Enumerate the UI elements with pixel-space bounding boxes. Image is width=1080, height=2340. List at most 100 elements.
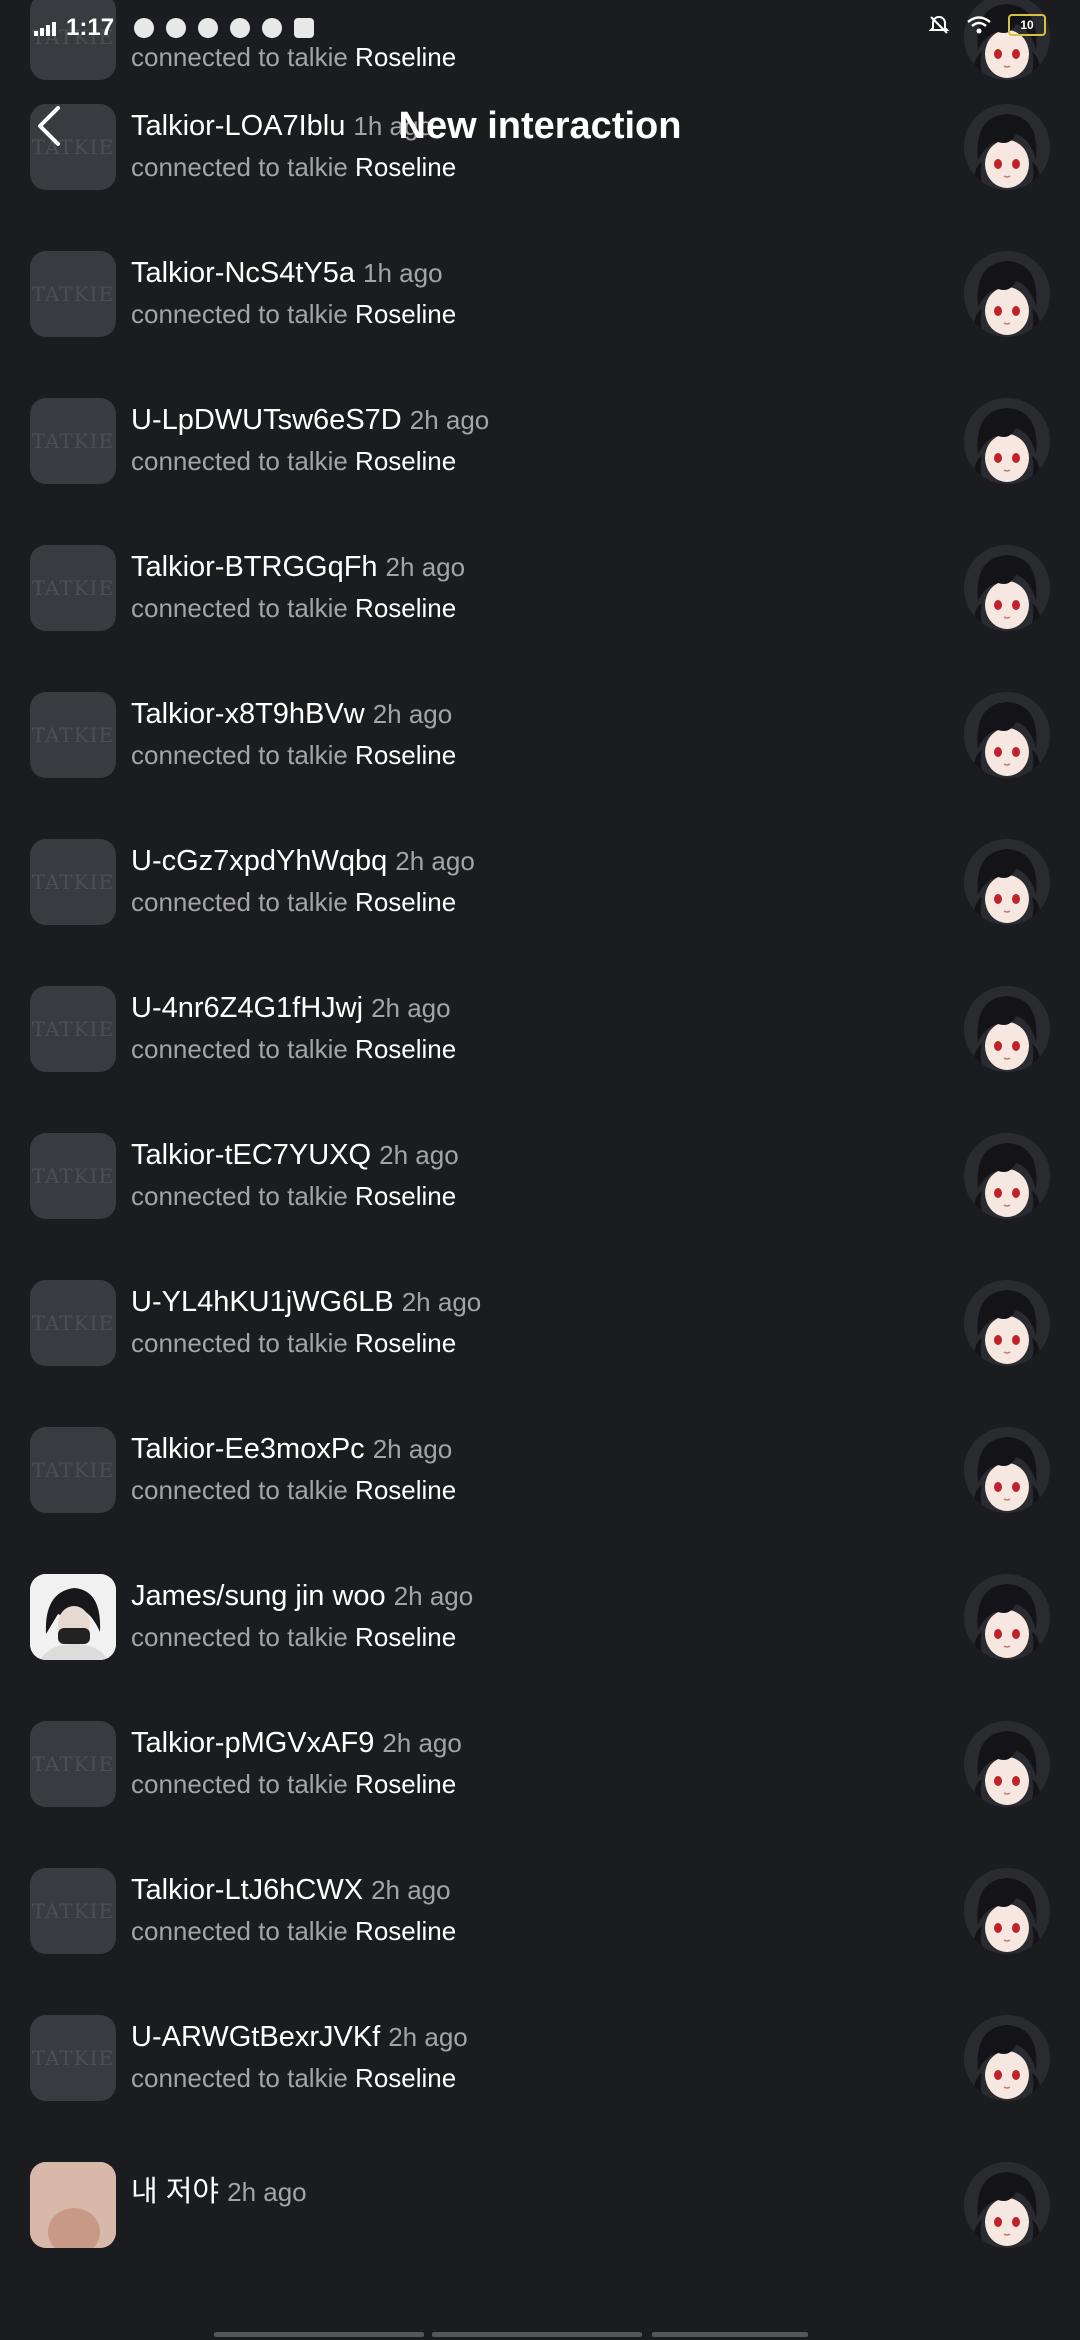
list-item[interactable]: TATKIE Talkior-pMGVxAF9 2h ago connected to… [0,1677,1080,1824]
character-name[interactable]: Roseline [355,446,456,476]
character-name[interactable]: Roseline [355,2063,456,2093]
talkie-watermark: TATKIE [31,429,115,453]
chrome-icon [230,18,251,38]
bell-off-icon [928,15,950,34]
list-item[interactable]: TATKIE Talkior-Ee3moxPc 2h ago connected to… [0,1383,1080,1530]
character-avatar[interactable] [964,545,1050,631]
character-avatar[interactable] [964,986,1050,1072]
character-avatar[interactable] [964,1574,1050,1660]
user-name: Talkior-BTRGGqFh 2h ago [131,551,465,584]
list-item[interactable]: TATKIE Talkior-x8T9hBVw 2h ago connected to… [0,648,1080,795]
timestamp: 2h ago [382,1728,462,1758]
user-name-text: Talkior-pMGVxAF9 [131,1727,375,1759]
connection-text: connected to talkie Roseline [131,299,456,330]
character-avatar[interactable] [964,1280,1050,1366]
wifi-icon [967,16,991,34]
character-name[interactable]: Roseline [355,1769,456,1799]
app-notification-icon [134,18,155,38]
timestamp: 2h ago [401,1287,482,1317]
connection-text: connected to talkie Roseline [131,1034,456,1065]
user-avatar: TATKIE [30,1721,116,1807]
character-name[interactable]: Roseline [355,1181,456,1211]
character-name[interactable]: Roseline [355,887,456,917]
connection-text: connected to talkie Roseline [131,887,456,918]
user-name-text: James/sung jin woo [131,1580,386,1612]
user-name: U-ARWGtBexrJVKf 2h ago [131,2021,468,2054]
character-name[interactable]: Roseline [355,1622,456,1652]
character-avatar[interactable] [964,1133,1050,1219]
connection-prefix: connected to talkie [131,1475,348,1505]
list-item[interactable]: TATKIE U-ARWGtBexrJVKf 2h ago connected to … [0,1971,1080,2118]
connection-text: connected to talkie Roseline [131,593,456,624]
user-avatar: TATKIE [30,1427,116,1513]
user-name-text: U-LpDWUTsw6eS7D [131,404,402,436]
user-name-text: Talkior-BTRGGqFh [131,551,378,583]
character-avatar[interactable] [964,692,1050,778]
list-item[interactable]: TATKIE Talkior-NcS4tY5a 1h ago connected to… [0,207,1080,354]
list-item[interactable]: James/sung jin woo 2h ago connected to tal… [0,1530,1080,1677]
connection-text: connected to talkie Roseline [131,1622,456,1653]
connection-text: connected to talkie Roseline [131,1769,456,1800]
user-avatar: TATKIE [30,1280,116,1366]
user-name: Talkior-Ee3moxPc 2h ago [131,1433,452,1466]
character-name[interactable]: Roseline [355,1034,456,1064]
user-name-text: Talkior-LtJ6hCWX [131,1874,364,1906]
character-name[interactable]: Roseline [355,593,456,623]
character-name[interactable]: Roseline [355,1475,456,1505]
talkie-watermark: TATKIE [31,1899,115,1923]
talkie-watermark: TATKIE [31,1311,115,1335]
robot-icon [262,18,283,38]
user-name-text: Talkior-Ee3moxPc [131,1433,365,1465]
character-avatar[interactable] [964,251,1050,337]
chrome-icon [198,18,219,38]
list-item[interactable]: TATKIE U-4nr6Z4G1fHJwj 2h ago connected to … [0,942,1080,1089]
list-item[interactable]: TATKIE Talkior-BTRGGqFh 2h ago connected to… [0,501,1080,648]
connection-text: connected to talkie Roseline [131,446,456,477]
character-name[interactable]: Roseline [355,1916,456,1946]
character-avatar[interactable] [964,2015,1050,2101]
user-avatar: TATKIE [30,692,116,778]
connection-prefix: connected to talkie [131,887,348,917]
user-avatar [30,2162,116,2248]
user-name-text: U-4nr6Z4G1fHJwj [131,992,364,1024]
connection-text: connected to talkie Roseline [131,1181,456,1212]
connection-text: connected to talkie Roseline [131,1916,456,1947]
user-name: U-YL4hKU1jWG6LB 2h ago [131,1286,481,1319]
character-name[interactable]: Roseline [355,1328,456,1358]
interaction-list[interactable]: TATKIE connected to talkie Roseline TATKIE… [0,0,1080,2340]
user-name: U-LpDWUTsw6eS7D 2h ago [131,404,489,437]
list-item[interactable]: 내 저야 2h ago [0,2118,1080,2265]
talkie-watermark: TATKIE [31,1458,115,1482]
user-name-text: U-ARWGtBexrJVKf [131,2021,381,2053]
status-bar: 1:17 10 [0,0,1080,56]
list-item[interactable]: TATKIE U-LpDWUTsw6eS7D 2h ago connected to … [0,354,1080,501]
connection-text: connected to talkie Roseline [131,1328,456,1359]
signal-icon [34,20,56,36]
user-name-text: Talkior-tEC7YUXQ [131,1139,372,1171]
connection-prefix: connected to talkie [131,740,348,770]
character-avatar[interactable] [964,2162,1050,2248]
list-item[interactable]: TATKIE Talkior-LtJ6hCWX 2h ago connected to… [0,1824,1080,1971]
timestamp: 2h ago [371,993,451,1023]
character-avatar[interactable] [964,1721,1050,1807]
list-item[interactable]: TATKIE U-cGz7xpdYhWqbq 2h ago connected to … [0,795,1080,942]
talkie-watermark: TATKIE [31,870,115,894]
connection-prefix: connected to talkie [131,1622,348,1652]
user-name-text: 내 저야 [131,2176,220,2208]
talkie-watermark: TATKIE [31,282,115,306]
character-avatar[interactable] [964,839,1050,925]
character-avatar[interactable] [964,1427,1050,1513]
user-name-text: Talkior-x8T9hBVw [131,698,365,730]
character-name[interactable]: Roseline [355,299,456,329]
timestamp: 2h ago [227,2177,307,2207]
connection-prefix: connected to talkie [131,1328,348,1358]
character-name[interactable]: Roseline [355,740,456,770]
character-avatar[interactable] [964,1868,1050,1954]
user-name-text: U-YL4hKU1jWG6LB [131,1286,394,1318]
list-item[interactable]: TATKIE Talkior-tEC7YUXQ 2h ago connected to… [0,1089,1080,1236]
scroll-indicator [432,2332,642,2337]
character-avatar[interactable] [964,398,1050,484]
timestamp: 2h ago [409,405,490,435]
timestamp: 2h ago [385,552,466,582]
list-item[interactable]: TATKIE U-YL4hKU1jWG6LB 2h ago connected to … [0,1236,1080,1383]
